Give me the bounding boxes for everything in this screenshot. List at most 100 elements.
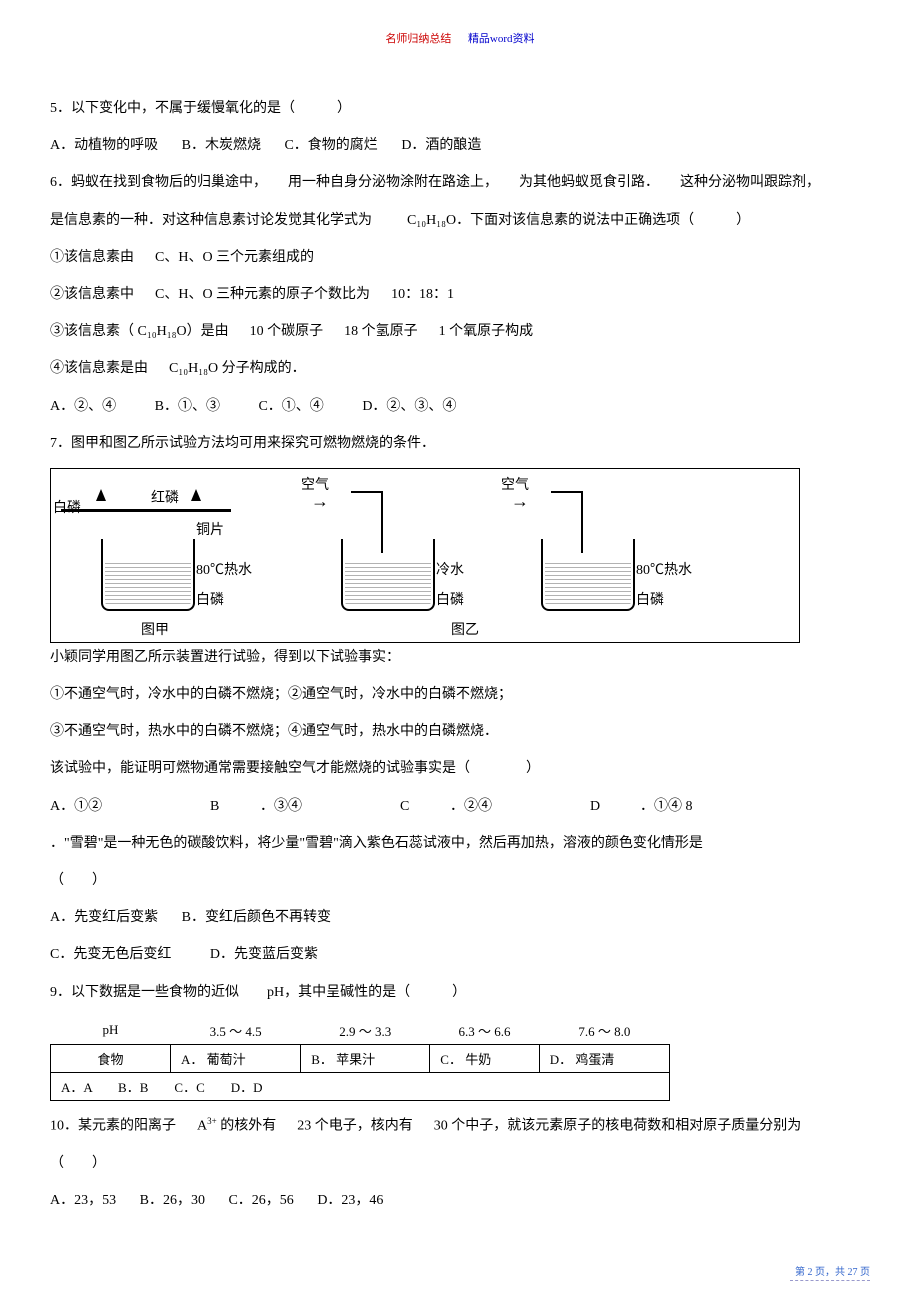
q6-options: A．②、④ B．①、③ C．①、④ D．②、③、④ (50, 394, 870, 419)
q9-stem: 9．以下数据是一些食物的近似 pH，其中呈碱性的是（ ） (50, 980, 870, 1005)
q7-opt-a: A．①② (50, 794, 210, 819)
q7-post-1: 小颖同学用图乙所示装置进行试验，得到以下试验事实： (50, 645, 870, 670)
q10-opt-c: C．26，56 (228, 1188, 293, 1213)
q5-opt-d: D．酒的酿造 (401, 133, 481, 158)
q8-stem: ．"雪碧"是一种无色的碳酸饮料，将少量"雪碧"滴入紫色石蕊试液中，然后再加热，溶… (50, 831, 870, 856)
q5-options: A．动植物的呼吸 B．木炭燃烧 C．食物的腐烂 D．酒的酿造 (50, 133, 870, 158)
fig-label-tongpian: 铜片 (196, 519, 224, 539)
fig-label-bailin-1: 白磷 (53, 497, 81, 517)
q6-s1: ①该信息素由 C、H、O 三个元素组成的 (50, 245, 870, 270)
q10-stem: 10．某元素的阳离子 A3+ 的核外有 23 个电子，核内有 30 个中子，就该… (50, 1113, 870, 1139)
footer-page: 第 2 页，共 27 页 (795, 1267, 870, 1278)
q9-food-h: 食物 (51, 1044, 171, 1072)
q7-opt-c-letter: C (400, 794, 450, 819)
q5-opt-b: B．木炭燃烧 (182, 133, 261, 158)
fig-arrow-2: → (511, 491, 529, 512)
q9-table: pH 3.5 ～ 4.5 2.9 ～ 3.3 6.3 ～ 6.6 7.6 ～ 8… (50, 1017, 670, 1101)
q7-post-3: ③不通空气时，热水中的白磷不燃烧；④通空气时，热水中的白磷燃烧． (50, 719, 870, 744)
q9-food-d: D． 鸡蛋清 (539, 1044, 669, 1072)
fig-beaker-3 (541, 539, 635, 611)
q10-stem-1d: 23 个电子，核内有 (297, 1118, 413, 1133)
q6-s3a: ③该信息素（ (50, 324, 134, 339)
q5-opt-a: A．动植物的呼吸 (50, 133, 158, 158)
q6-s1b: C、H、O 三个元素组成的 (155, 250, 314, 265)
q10-paren: （ ） (50, 1151, 870, 1176)
fig-label-reshui-1: 80℃热水 (196, 559, 252, 579)
q10-stem-1b: A (197, 1118, 207, 1133)
fig-label-tujia: 图甲 (141, 619, 169, 639)
q10-opt-d: D．23，46 (317, 1188, 383, 1213)
q6-s3c: 10 个碳原子 (250, 324, 324, 339)
fig-label-honglin: 红磷 (151, 487, 179, 507)
q6-s4: ④该信息素是由 C₁₀H₁₈O 分子构成的． (50, 356, 870, 381)
fig-label-bailin-3: 白磷 (436, 589, 464, 609)
q9-ph-b: 2.9 ～ 3.3 (301, 1017, 430, 1045)
q9-food-a: A． 葡萄汁 (171, 1044, 301, 1072)
header-red: 名师归纳总结 (385, 33, 451, 45)
q8-opt-d: D．先变蓝后变紫 (210, 942, 318, 967)
fig-beaker-1 (101, 539, 195, 611)
q6-opt-a: A．②、④ (50, 394, 116, 419)
q7-opt-b-val: ．③④ (260, 794, 400, 819)
q6-s4b: C₁₀H₁₈O 分子构成的． (169, 361, 306, 376)
q7-opt-d-val: ．①④ 8 (640, 794, 693, 819)
q8-opts-row2: C．先变无色后变红 D．先变蓝后变紫 (50, 942, 870, 967)
q8-paren: （ ） (50, 868, 870, 893)
q7-opt-d-letter: D (590, 794, 640, 819)
q7-post-2: ①不通空气时，冷水中的白磷不燃烧；②通空气时，冷水中的白磷不燃烧； (50, 682, 870, 707)
q6-s3b: C₁₀H₁₈O）是由 (138, 324, 229, 339)
q6-s3: ③该信息素（ C₁₀H₁₈O）是由 10 个碳原子 18 个氢原子 1 个氧原子… (50, 319, 870, 344)
q6-s2a: ②该信息素中 (50, 287, 134, 302)
q10-opt-a: A．23，53 (50, 1188, 116, 1213)
q7-figure: 红磷 白磷 铜片 80℃热水 白磷 图甲 空气 → 冷水 白磷 空气 → 80℃… (50, 468, 800, 643)
q8-opt-b: B．变红后颜色不再转变 (182, 905, 331, 930)
q7-opt-c-val: ．②④ (450, 794, 590, 819)
fig-arrow-1: → (311, 491, 329, 512)
q10-options: A．23，53 B．26，30 C．26，56 D．23，46 (50, 1188, 870, 1213)
q6-s2b: C、H、O 三种元素的原子个数比为 (155, 287, 370, 302)
q6-opt-d: D．②、③、④ (362, 394, 456, 419)
q10-stem-1a: 10．某元素的阳离子 (50, 1118, 176, 1133)
table-row: 食物 A． 葡萄汁 B． 苹果汁 C． 牛奶 D． 鸡蛋清 (51, 1044, 670, 1072)
q5-stem: 5．以下变化中，不属于缓慢氧化的是（ ） (50, 96, 870, 121)
q9-ph-c: 6.3 ～ 6.6 (430, 1017, 539, 1045)
q6-s3d: 18 个氢原子 (344, 324, 418, 339)
fig-beaker-2 (341, 539, 435, 611)
fig-flame-left (96, 489, 106, 501)
q6-stem-1: 6．蚂蚁在找到食物后的归巢途中， 用一种自身分泌物涂附在路途上， 为其他蚂蚁觅食… (50, 170, 870, 195)
fig-label-reshui-2: 80℃热水 (636, 559, 692, 579)
fig-label-lengshui: 冷水 (436, 559, 464, 579)
q6-s1a: ①该信息素由 (50, 250, 134, 265)
q6-s4a: ④该信息素是由 (50, 361, 148, 376)
fig-plate (61, 509, 231, 512)
q6-s2: ②该信息素中 C、H、O 三种元素的原子个数比为 10：18：1 (50, 282, 870, 307)
q9-ph-h: pH (51, 1017, 171, 1045)
fig-label-tuyi: 图乙 (451, 619, 479, 639)
q9-food-c: C． 牛奶 (430, 1044, 539, 1072)
q10-stem-1c: 的核外有 (220, 1118, 276, 1133)
table-row: pH 3.5 ～ 4.5 2.9 ～ 3.3 6.3 ～ 6.6 7.6 ～ 8… (51, 1017, 670, 1045)
q9-ph-a: 3.5 ～ 4.5 (171, 1017, 301, 1045)
q6-s3e: 1 个氧原子构成 (439, 324, 534, 339)
q7-post-4: 该试验中，能证明可燃物通常需要接触空气才能燃烧的试验事实是（ ） (50, 756, 870, 781)
q9-ph-d: 7.6 ～ 8.0 (539, 1017, 669, 1045)
fig-label-bailin-4: 白磷 (636, 589, 664, 609)
q6-opt-c: C．①、④ (258, 394, 323, 419)
page-header: 名师归纳总结 精品word资料 (50, 30, 870, 46)
fig-label-bailin-2: 白磷 (196, 589, 224, 609)
q6-stem-2b: C₁₀H₁₈O．下面对该信息素的说法中正确选项（ ） (407, 213, 750, 228)
q6-stem-2a: 是信息素的一种．对这种信息素讨论发觉其化学式为 (50, 213, 372, 228)
q6-opt-b: B．①、③ (155, 394, 220, 419)
q8-opt-c: C．先变无色后变红 (50, 942, 171, 967)
page-footer: 第 2 页，共 27 页 (790, 1263, 870, 1283)
q8-opts-row1: A．先变红后变紫 B．变红后颜色不再转变 (50, 905, 870, 930)
fig-flame-right (191, 489, 201, 501)
header-blue: 精品word资料 (468, 33, 535, 45)
q7-stem: 7．图甲和图乙所示试验方法均可用来探究可燃物燃烧的条件． (50, 431, 870, 456)
q7-options: A．①② B ．③④ C ．②④ D ．①④ 8 (50, 794, 870, 819)
q7-opt-b-letter: B (210, 794, 260, 819)
q10-sup: 3+ (207, 1116, 217, 1126)
q9-opts: A．A B．B C．C D．D (51, 1072, 670, 1100)
q9-food-b: B． 苹果汁 (301, 1044, 430, 1072)
q10-opt-b: B．26，30 (140, 1188, 205, 1213)
